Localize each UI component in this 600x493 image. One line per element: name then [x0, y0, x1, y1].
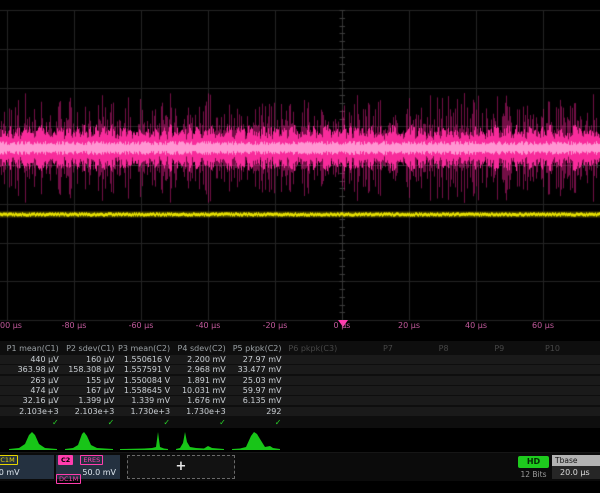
time-axis-label: 0 µs: [334, 321, 351, 330]
waveform-display[interactable]: [0, 0, 600, 340]
histicon-p5[interactable]: [232, 430, 280, 450]
measurement-cell: 1.730e+3: [117, 407, 170, 416]
measurement-cell: 6.135 mV: [229, 396, 282, 405]
measurement-header-p7[interactable]: P7: [340, 344, 393, 353]
measurement-cell: 2.103e+3: [6, 407, 59, 416]
time-axis-label: 40 µs: [465, 321, 487, 330]
c2-scale: 50.0 mV: [82, 468, 116, 477]
measurement-cell: 59.97 mV: [229, 386, 282, 395]
timebase-descriptor[interactable]: Tbase 20.0 µs: [552, 455, 600, 479]
measurement-cell: 158.308 µV: [62, 365, 115, 374]
measurement-cell: 1.339 mV: [117, 396, 170, 405]
measurement-cell: 1.730e+3: [173, 407, 226, 416]
histicon-p4[interactable]: [176, 430, 224, 450]
c1-scale: 50.0 mV: [0, 468, 20, 477]
hd-bits-label: 12 Bits: [510, 470, 557, 479]
histicon-p2[interactable]: [65, 430, 113, 450]
measurement-header-p8[interactable]: P8: [396, 344, 449, 353]
measurement-cell: 292: [229, 407, 282, 416]
measurement-header-p4[interactable]: P4 sdev(C2): [173, 344, 226, 353]
histicon-p3[interactable]: [120, 430, 168, 450]
time-axis-label: 60 µs: [532, 321, 554, 330]
measurement-cell: 263 µV: [6, 376, 59, 385]
measurement-header-p9[interactable]: P9: [452, 344, 505, 353]
measurement-cell: 2.968 mV: [173, 365, 226, 374]
time-axis-label: 20 µs: [398, 321, 420, 330]
measurement-cell: 1.557591 V: [117, 365, 170, 374]
measurement-histicons: [0, 427, 600, 452]
c1-coupling-badge: DC1M: [0, 455, 18, 465]
measurement-cell: 167 µV: [62, 386, 115, 395]
hd-mode-badge[interactable]: HD: [518, 456, 549, 468]
c2-label: C2: [58, 455, 73, 465]
measurement-cell: 27.97 mV: [229, 355, 282, 364]
measurement-cell: 155 µV: [62, 376, 115, 385]
time-axis-label: -20 µs: [263, 321, 288, 330]
bottom-toolbar: C1 DC1M 50.0 mV C2 ERES DC1M 50.0 mV + H…: [0, 452, 600, 481]
measurement-table: P1 mean(C1)P2 sdev(C1)P3 mean(C2)P4 sdev…: [0, 341, 600, 428]
measurement-status-check-icon: ✓: [117, 418, 170, 427]
time-axis-label: -100 µs: [0, 321, 22, 330]
measurement-header-p1[interactable]: P1 mean(C1): [6, 344, 59, 353]
time-axis-label: -80 µs: [62, 321, 87, 330]
measurement-header-p10[interactable]: P10: [507, 344, 560, 353]
measurement-cell: 1.676 mV: [173, 396, 226, 405]
measurement-cell: 440 µV: [6, 355, 59, 364]
timebase-title: Tbase: [552, 455, 600, 466]
measurement-header-p6[interactable]: P6 pkpk(C3): [285, 344, 338, 353]
histicon-p1[interactable]: [9, 430, 57, 450]
measurement-cell: 363.98 µV: [6, 365, 59, 374]
measurement-cell: 160 µV: [62, 355, 115, 364]
measurement-cell: 1.550616 V: [117, 355, 170, 364]
measurement-cell: 32.16 µV: [6, 396, 59, 405]
measurement-header-p11[interactable]: P11: [563, 344, 600, 353]
measurement-status-check-icon: ✓: [6, 418, 59, 427]
measurement-cell: 474 µV: [6, 386, 59, 395]
measurement-cell: 1.399 µV: [62, 396, 115, 405]
channel-c2-descriptor[interactable]: C2 ERES DC1M 50.0 mV: [56, 455, 120, 479]
add-trace-button[interactable]: +: [127, 455, 235, 479]
measurement-cell: 1.558645 V: [117, 386, 170, 395]
c2-mode-badge: ERES: [80, 455, 103, 465]
c2-coupling-badge: DC1M: [56, 474, 81, 484]
measurement-header-p3[interactable]: P3 mean(C2): [117, 344, 170, 353]
channel-c1-descriptor[interactable]: C1 DC1M 50.0 mV: [0, 455, 54, 479]
measurement-cell: 1.891 mV: [173, 376, 226, 385]
measurement-cell: 33.477 mV: [229, 365, 282, 374]
measurement-cell: 2.103e+3: [62, 407, 115, 416]
oscilloscope-screen: { "annotation_label": "UndoSines", "time…: [0, 0, 600, 480]
measurement-status-check-icon: ✓: [62, 418, 115, 427]
measurement-header-p2[interactable]: P2 sdev(C1): [62, 344, 115, 353]
measurement-cell: 2.200 mV: [173, 355, 226, 364]
measurement-status-check-icon: ✓: [229, 418, 282, 427]
measurement-cell: 1.550084 V: [117, 376, 170, 385]
time-axis-label: -60 µs: [129, 321, 154, 330]
measurement-status-check-icon: ✓: [173, 418, 226, 427]
time-axis-label: -40 µs: [196, 321, 221, 330]
measurement-cell: 10.031 mV: [173, 386, 226, 395]
timebase-value: 20.0 µs: [560, 468, 590, 477]
measurement-cell: 25.03 mV: [229, 376, 282, 385]
measurement-header-p5[interactable]: P5 pkpk(C2): [229, 344, 282, 353]
time-axis: -100 µs -80 µs -60 µs -40 µs -20 µs 0 µs 20 µs…: [0, 321, 600, 332]
